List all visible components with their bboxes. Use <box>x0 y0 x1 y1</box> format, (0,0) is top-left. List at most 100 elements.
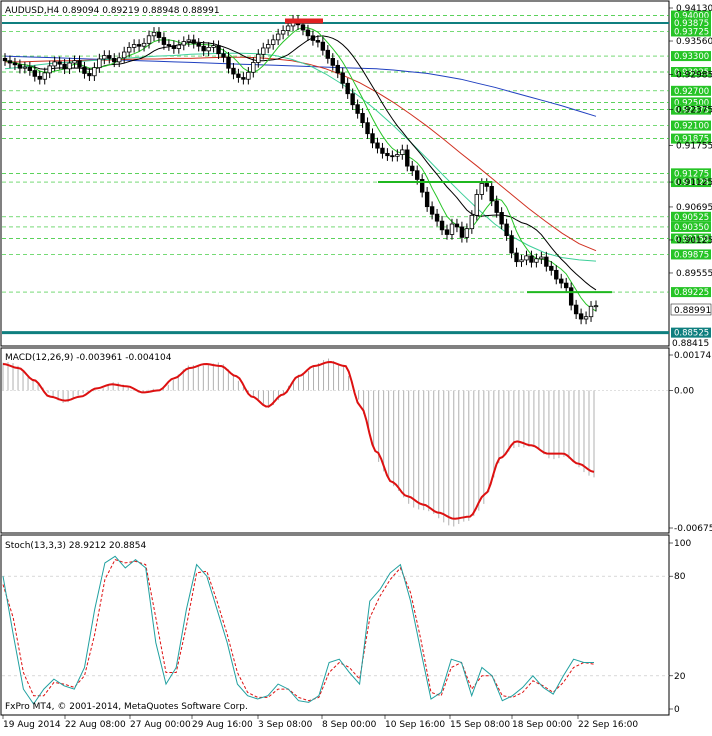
price-level-label: 0.89875 <box>674 250 709 260</box>
candle-body <box>191 39 196 44</box>
candle-body <box>529 255 534 263</box>
candle-body <box>47 65 52 74</box>
time-tick-label: 22 Aug 08:00 <box>65 720 126 730</box>
candle-body <box>275 33 281 41</box>
candle-body <box>82 66 87 74</box>
price-tick-label: 0.92985 <box>676 70 712 80</box>
price-tick-label: 0.89555 <box>676 269 712 279</box>
time-tick-label: 15 Sep 08:00 <box>450 720 510 730</box>
candle-body <box>121 51 127 59</box>
candle-body <box>280 30 286 35</box>
candle-body <box>524 255 529 261</box>
price-level-badge: 0.88525 <box>671 327 711 339</box>
candle-body <box>151 31 157 37</box>
candle-body <box>136 44 142 47</box>
candle-body <box>22 66 28 69</box>
candle-body <box>489 185 494 202</box>
candle-body <box>350 93 355 106</box>
candle-body <box>410 165 415 172</box>
candle-body <box>325 49 331 59</box>
price-level-badge: 0.89225 <box>671 287 711 298</box>
candle-body <box>519 259 524 263</box>
time-tick-label: 18 Sep 00:00 <box>512 720 572 730</box>
time-tick-label: 10 Sep 16:00 <box>385 720 445 730</box>
candle-body <box>340 72 345 84</box>
candle-body <box>161 37 167 45</box>
candle-body <box>32 70 37 77</box>
stoch-panel-frame <box>0 534 670 716</box>
chart-window: 0.94000 0.93875 0.93725 0.93300 0.93025 0.927… <box>0 0 712 732</box>
candle-body <box>330 57 335 66</box>
macd-tick-label: 0.00 <box>674 386 694 396</box>
candle-body <box>514 252 519 263</box>
candle-body <box>504 223 509 237</box>
time-tick-label: 8 Sep 00:00 <box>322 720 377 730</box>
candle-body <box>7 60 13 64</box>
candle-body <box>270 39 276 45</box>
bottom-price-tick: 0.88415 <box>672 339 709 349</box>
candle-body <box>484 183 489 187</box>
time-tick-label: 29 Aug 16:00 <box>192 720 253 730</box>
footer-copyright: FxPro MT4, © 2001-2014, MetaQuotes Softw… <box>5 702 248 712</box>
current-price-label: 0.88991 <box>674 306 711 316</box>
stoch-tick-label: 100 <box>674 539 691 549</box>
candle-body <box>12 62 18 66</box>
candle-body <box>92 67 97 77</box>
candle-body <box>256 53 261 63</box>
candle-body <box>345 82 350 95</box>
price-level-label: 0.93300 <box>674 52 709 62</box>
candle-body <box>360 113 365 124</box>
stoch-tick-label: 20 <box>674 672 686 682</box>
candle-body <box>57 61 62 65</box>
candle-body <box>131 44 137 48</box>
price-level-badge: 0.93725 <box>671 26 711 37</box>
candle-body <box>434 213 440 222</box>
candle-body <box>251 62 256 73</box>
candle-body <box>236 73 241 78</box>
candle-body <box>196 42 201 47</box>
candle-body <box>439 220 445 231</box>
price-level-label: 0.89225 <box>674 288 709 298</box>
candle-body <box>385 152 390 157</box>
stoch-panel-header: Stoch(13,3,3) 28.9212 20.8854 <box>5 541 146 551</box>
candle-body <box>424 191 430 208</box>
candle-body <box>375 142 380 149</box>
price-level-badges: 0.940000.938750.937250.933000.930250.927… <box>671 10 711 339</box>
candle-body <box>474 194 480 216</box>
candle-body <box>112 57 117 63</box>
candle-body <box>186 39 191 42</box>
candle-body <box>102 55 107 60</box>
candle-body <box>27 66 33 71</box>
candle-body <box>300 24 306 31</box>
candle-body <box>583 316 589 320</box>
candle-body <box>201 45 206 52</box>
candle-body <box>181 41 186 46</box>
price-level-badge: 0.90525 <box>671 211 711 223</box>
candle-body <box>261 47 266 55</box>
candle-body <box>305 29 311 37</box>
candle-body <box>544 256 549 267</box>
time-tick-label: 27 Aug 00:00 <box>130 720 191 730</box>
candle-body <box>97 58 102 69</box>
price-tick-label: 0.90125 <box>676 236 712 246</box>
macd-panel-header: MACD(12,26,9) -0.003961 -0.004104 <box>5 353 172 363</box>
candle-body <box>454 223 460 228</box>
candle-body <box>554 269 559 280</box>
macd-tick-label: -0.006756 <box>674 524 712 534</box>
price-level-badge: 0.92100 <box>671 120 711 132</box>
candle-body <box>77 60 82 68</box>
current-price-badge: 0.88991 <box>670 303 712 316</box>
candle-body <box>72 60 77 64</box>
candle-body <box>539 256 544 260</box>
candle-body <box>588 305 594 318</box>
candle-body <box>593 305 599 308</box>
stochastic-axis: 100 80 20 0 <box>669 539 691 715</box>
candle-body <box>146 35 152 44</box>
candle-body <box>370 133 375 144</box>
candle-body <box>390 155 395 158</box>
time-tick-label: 3 Sep 08:00 <box>258 720 313 730</box>
candle-body <box>226 56 231 69</box>
stoch-tick-label: 80 <box>674 572 686 582</box>
price-level-badge: 0.90350 <box>671 221 711 233</box>
candle-body <box>156 31 162 38</box>
